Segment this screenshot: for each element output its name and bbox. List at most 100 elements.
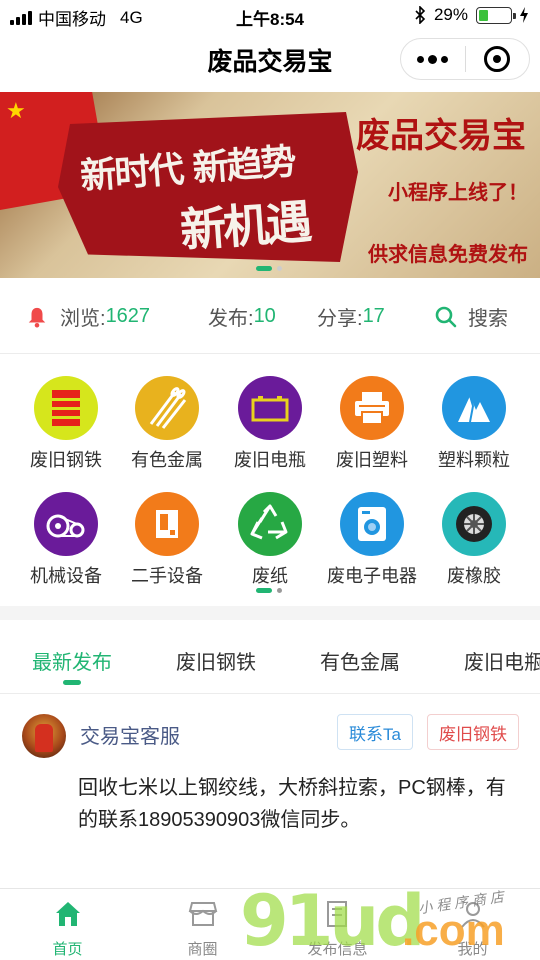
views-stat: 浏览: 1627 — [26, 302, 150, 331]
navigation-bar: 废品交易宝 — [0, 30, 540, 88]
posts-label: 发布: — [208, 308, 254, 330]
user-icon — [460, 902, 485, 928]
category-machinery[interactable]: 机械设备 — [12, 492, 120, 588]
banner-dot[interactable] — [277, 266, 282, 271]
search-label: 搜索 — [468, 308, 508, 330]
category-label: 机械设备 — [30, 566, 102, 586]
category-label: 废旧塑料 — [336, 450, 408, 470]
category-steel[interactable]: 废旧钢铁 — [12, 376, 120, 472]
post-card[interactable]: 交易宝客服 联系Ta 废旧钢铁 回收七米以上钢绞线，大桥斜拉索，PC钢棒，有的联… — [0, 696, 540, 886]
tire-icon — [456, 506, 492, 542]
category-label: 塑料颗粒 — [438, 450, 510, 470]
category-icon-bg — [135, 376, 199, 440]
category-icon-bg — [238, 376, 302, 440]
battery-icon — [476, 6, 516, 24]
category-grid: 废旧钢铁 有色金属 废旧电瓶 废旧塑料 塑料颗粒 机械设备 二手设备 废纸 废电… — [0, 356, 540, 606]
charging-icon — [520, 7, 528, 23]
tabbar-label: 发布信息 — [307, 941, 368, 958]
category-icon-bg — [34, 492, 98, 556]
battery-percent: 29% — [433, 5, 468, 24]
steel-icon — [52, 390, 80, 426]
posts-value: 10 — [253, 305, 276, 327]
active-tab-indicator — [63, 680, 81, 685]
category-plastic[interactable]: 废旧塑料 — [318, 376, 426, 472]
avatar[interactable] — [22, 714, 66, 758]
post-author[interactable]: 交易宝客服 — [80, 720, 180, 749]
category-electronics[interactable]: 废电子电器 — [318, 492, 426, 588]
battery-fill — [479, 9, 488, 21]
banner-tagline: 供求信息免费发布 — [368, 242, 528, 266]
bell-icon — [28, 307, 46, 328]
category-label: 废旧电瓶 — [234, 450, 306, 470]
category-icon-bg — [34, 376, 98, 440]
category-label: 废旧钢铁 — [30, 450, 102, 470]
gear-machine-icon — [46, 514, 85, 538]
category-tabs: 最新发布 废旧钢铁 有色金属 废旧电瓶 — [0, 620, 540, 694]
tab-latest[interactable]: 最新发布 — [32, 646, 112, 675]
status-bar: 中国移动 4G 上午8:54 29% — [0, 0, 540, 30]
device-icon — [156, 510, 178, 538]
bluetooth-icon — [415, 6, 426, 24]
close-miniprogram-button[interactable] — [466, 39, 530, 79]
more-button[interactable] — [401, 39, 465, 79]
banner-title: 废品交易宝 — [356, 116, 526, 156]
shares-stat: 分享: 17 — [317, 302, 385, 331]
tabbar-home[interactable]: 首页 — [0, 889, 135, 960]
shares-value: 17 — [362, 305, 385, 327]
tab-steel[interactable]: 废旧钢铁 — [176, 646, 256, 675]
category-label: 废橡胶 — [447, 566, 501, 586]
category-icon-bg — [135, 492, 199, 556]
category-label: 废电子电器 — [327, 566, 417, 586]
category-page-indicator — [256, 588, 282, 593]
category-label: 有色金属 — [131, 450, 203, 470]
tabbar-me[interactable]: 我的 — [405, 889, 540, 960]
views-label: 浏览: — [60, 308, 106, 330]
home-icon — [55, 902, 80, 926]
tab-nonferrous-metal[interactable]: 有色金属 — [320, 646, 400, 675]
banner-slogan-line2: 新机遇 — [178, 194, 311, 258]
tabbar-label: 首页 — [52, 941, 83, 958]
category-page-dot[interactable] — [277, 588, 282, 593]
target-circle-icon — [484, 46, 511, 72]
edit-icon — [326, 901, 347, 927]
shares-label: 分享: — [317, 308, 363, 330]
miniprogram-capsule — [400, 38, 530, 80]
mountain-icon — [458, 395, 490, 423]
tabbar-label: 商圈 — [187, 941, 218, 958]
banner-subtitle: 小程序上线了！ — [388, 180, 528, 204]
category-rubber[interactable]: 废橡胶 — [420, 492, 528, 588]
search-icon — [435, 306, 457, 327]
category-icon-bg — [442, 492, 506, 556]
bottom-tab-bar: 首页 商圈 发布信息 我的 — [0, 888, 540, 960]
category-used-equipment[interactable]: 二手设备 — [113, 492, 221, 588]
category-label: 废纸 — [252, 566, 288, 586]
category-tag[interactable]: 废旧钢铁 — [427, 714, 519, 750]
category-nonferrous-metal[interactable]: 有色金属 — [113, 376, 221, 472]
tabbar-store[interactable]: 商圈 — [135, 889, 270, 960]
category-battery[interactable]: 废旧电瓶 — [216, 376, 324, 472]
banner-carousel[interactable]: ★ 新时代 新趋势 新机遇 废品交易宝 小程序上线了！ 供求信息免费发布 — [0, 92, 540, 278]
stats-row: 浏览: 1627 发布: 10 分享: 17 搜索 — [0, 280, 540, 354]
store-icon — [188, 902, 217, 926]
metal-rods-icon — [149, 387, 187, 429]
tabbar-publish[interactable]: 发布信息 — [270, 889, 405, 960]
recycle-icon — [250, 504, 288, 540]
category-label: 二手设备 — [131, 566, 203, 586]
tabbar-label: 我的 — [457, 941, 488, 958]
contact-button[interactable]: 联系Ta — [337, 714, 413, 750]
views-value: 1627 — [105, 305, 151, 327]
printer-icon — [355, 392, 389, 425]
star-icon: ★ — [6, 98, 26, 123]
posts-stat: 发布: 10 — [208, 302, 276, 331]
status-right: 29% — [414, 5, 528, 25]
category-icon-bg — [442, 376, 506, 440]
search-button[interactable]: 搜索 — [434, 302, 508, 331]
washing-machine-icon — [358, 507, 386, 541]
tab-battery[interactable]: 废旧电瓶 — [464, 646, 540, 675]
banner-dot-active[interactable] — [256, 266, 272, 271]
banner-indicator — [256, 266, 282, 271]
category-waste-paper[interactable]: 废纸 — [216, 492, 324, 588]
category-plastic-pellets[interactable]: 塑料颗粒 — [420, 376, 528, 472]
battery-icon — [251, 396, 289, 422]
category-page-dot-active[interactable] — [256, 588, 272, 593]
